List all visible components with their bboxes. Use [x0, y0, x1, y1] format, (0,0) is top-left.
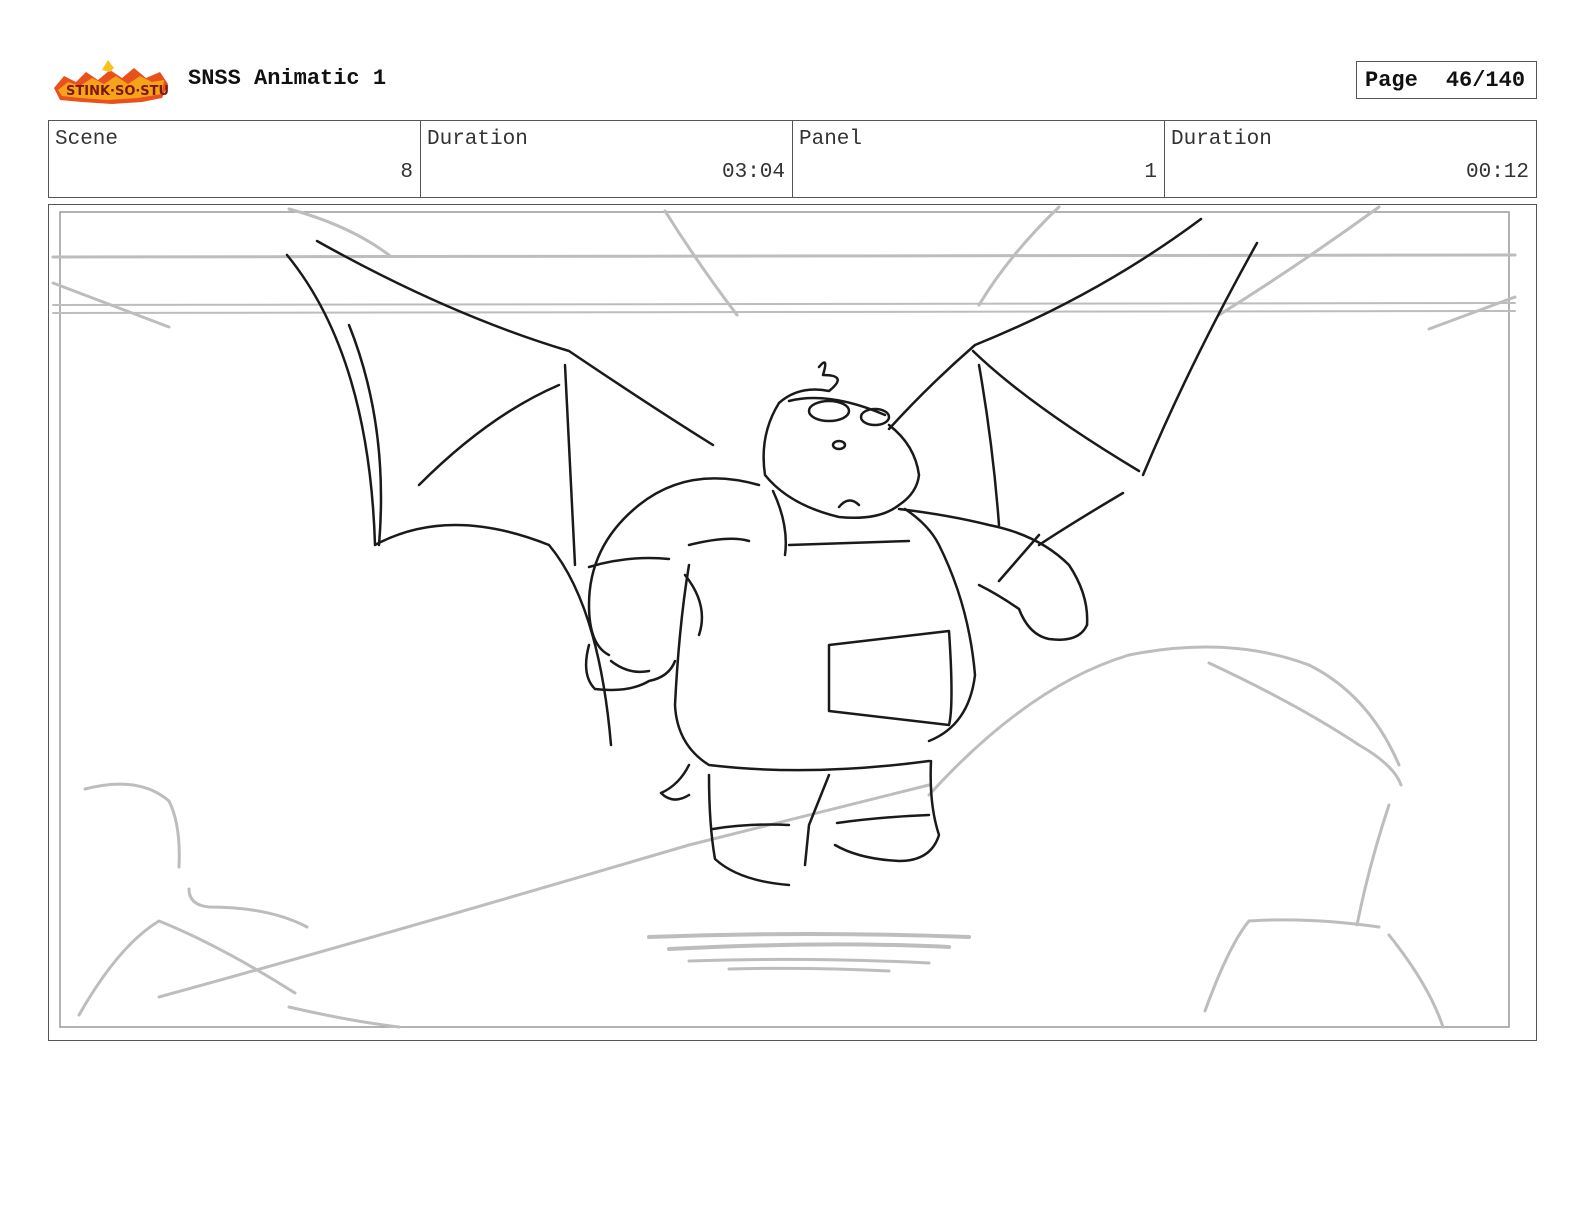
panel-cell: Panel 1	[793, 121, 1165, 197]
scene-info-table: Scene 8 Duration 03:04 Panel 1 Duration …	[48, 120, 1537, 198]
scene-duration-cell: Duration 03:04	[421, 121, 793, 197]
scene-value: 8	[400, 161, 413, 184]
storyboard-sketch-icon	[51, 205, 1517, 1029]
show-logo-icon: STINK·SO·STUFF	[54, 60, 187, 104]
document-title: SNSS Animatic 1	[188, 66, 387, 91]
page-indicator: Page 46/140	[1356, 61, 1537, 99]
storyboard-panel	[48, 204, 1537, 1041]
scene-duration-label: Duration	[427, 128, 528, 151]
page-number: 46/140	[1445, 67, 1526, 93]
panel-duration-label: Duration	[1171, 128, 1272, 151]
panel-duration-value: 00:12	[1465, 161, 1529, 184]
panel-value: 1	[1144, 161, 1157, 184]
page-label: Page	[1365, 67, 1418, 93]
svg-text:STINK·SO·STUFF: STINK·SO·STUFF	[66, 84, 170, 99]
show-logo: STINK·SO·STUFF	[52, 58, 187, 106]
panel-label: Panel	[799, 128, 863, 151]
scene-duration-value: 03:04	[721, 161, 785, 184]
scene-cell: Scene 8	[49, 121, 421, 197]
scene-label: Scene	[55, 128, 119, 151]
panel-duration-cell: Duration 00:12	[1165, 121, 1536, 197]
